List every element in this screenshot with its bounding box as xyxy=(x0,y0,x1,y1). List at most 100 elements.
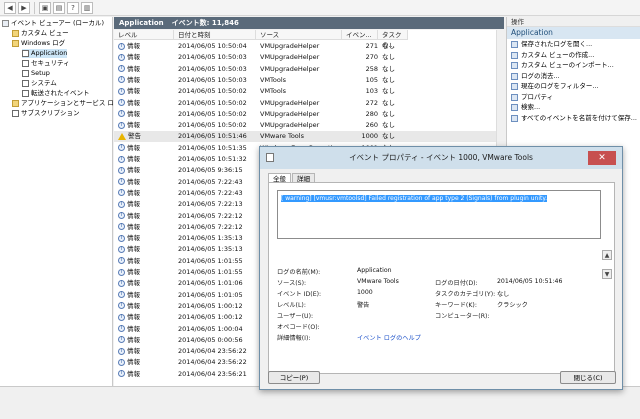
log-icon xyxy=(22,70,29,77)
level-text: 情報 xyxy=(127,234,140,243)
table-row[interactable]: i 情報 2014/06/05 10:50:02 VMUpgradeHelper 272… xyxy=(114,98,504,109)
id-cell: 260 xyxy=(365,121,378,130)
action-label: 保存されたログを開く... xyxy=(521,40,593,48)
date-cell: 2014/06/05 10:50:03 xyxy=(178,75,247,84)
log-icon xyxy=(2,20,9,27)
level-cell: i 情報 xyxy=(118,188,174,199)
tree-item-label: アプリケーションとサービス ログ xyxy=(21,99,121,107)
keywords-label: キーワード(K): xyxy=(435,302,477,309)
toolbar: ◀ ▶ ▣ ▤? ▥ xyxy=(0,0,640,16)
level-cell: i 情報 xyxy=(118,312,174,323)
date-cell: 2014/06/05 10:50:02 xyxy=(178,121,247,130)
action-item[interactable]: 検索... xyxy=(507,102,640,113)
previous-event-button[interactable]: ▲ xyxy=(602,250,612,260)
panel-icon[interactable]: ▥ xyxy=(81,1,93,14)
level-cell: i 情報 xyxy=(118,165,174,176)
table-row[interactable]: i 情報 2014/06/05 10:50:03 VMUpgradeHelper 270… xyxy=(114,52,504,63)
table-row[interactable]: i 情報 2014/06/05 10:50:02 VMTools 103 なし xyxy=(114,86,504,97)
date-cell: 2014/06/05 10:50:04 xyxy=(178,42,247,50)
id-cell: 280 xyxy=(365,109,378,118)
folder-icon[interactable]: ▣ xyxy=(39,1,51,14)
tree-item[interactable]: Application xyxy=(22,49,68,58)
tree-item[interactable]: 転送されたイベント xyxy=(22,89,90,98)
source-cell: VMUpgradeHelper xyxy=(260,98,320,107)
tree-item[interactable]: Setup xyxy=(22,69,50,78)
level-text: 情報 xyxy=(127,75,140,84)
level-text: 情報 xyxy=(127,290,140,299)
tree-item-label: 転送されたイベント xyxy=(31,89,90,97)
event-message[interactable]: [ warning] [vmusr:vmtoolsd] Failed regis… xyxy=(277,190,601,239)
date-cell: 2014/06/05 1:35:13 xyxy=(178,234,243,243)
action-item[interactable]: カスタム ビューの作成... xyxy=(507,50,640,61)
log-icon xyxy=(22,80,29,87)
tree-item[interactable]: セキュリティ xyxy=(22,59,70,68)
table-row[interactable]: i 情報 2014/06/05 10:50:03 VMUpgradeHelper 258… xyxy=(114,64,504,75)
level-cell: i 情報 xyxy=(118,290,174,301)
tree-item-label: セキュリティ xyxy=(31,59,70,67)
action-item[interactable]: プロパティ xyxy=(507,92,640,103)
tree-item[interactable]: イベント ビューアー (ローカル) xyxy=(2,19,104,28)
table-row[interactable]: i 情報 2014/06/05 10:50:02 VMUpgradeHelper 280… xyxy=(114,109,504,120)
action-label: 検索... xyxy=(521,103,541,111)
level-text: 情報 xyxy=(127,347,140,356)
column-header[interactable]: レベル xyxy=(114,30,174,40)
log-icon xyxy=(22,90,29,97)
info-icon: i xyxy=(118,212,125,219)
info-icon: i xyxy=(118,166,125,174)
table-row[interactable]: i 情報 2014/06/05 10:50:03 VMTools 105 なし xyxy=(114,75,504,86)
source-cell: VMUpgradeHelper xyxy=(260,53,320,62)
next-event-button[interactable]: ▼ xyxy=(602,269,612,279)
log-header: Application イベント数: 11,846 xyxy=(114,17,504,29)
date-cell: 2014/06/05 1:01:55 xyxy=(178,268,243,276)
info-icon: i xyxy=(118,245,125,253)
info-icon: i xyxy=(118,42,125,50)
copy-button[interactable]: コピー(P) xyxy=(268,371,320,384)
tree-item[interactable]: アプリケーションとサービス ログ xyxy=(12,99,120,108)
table-row[interactable]: i 情報 2014/06/05 10:50:02 VMUpgradeHelper 260… xyxy=(114,120,504,131)
column-header[interactable]: 日付と時刻 xyxy=(174,30,256,40)
info-icon: i xyxy=(118,155,125,163)
date-cell: 2014/06/05 1:00:04 xyxy=(178,324,243,333)
user-label: ユーザー(U): xyxy=(277,313,314,320)
computer-label: コンピューター(R): xyxy=(435,313,490,320)
action-item[interactable]: ログの消去... xyxy=(507,71,640,82)
level-text: 情報 xyxy=(127,268,140,276)
tree-item[interactable]: システム xyxy=(22,79,57,88)
id-cell: 103 xyxy=(365,87,378,96)
column-header[interactable]: タスクの... xyxy=(378,30,408,49)
info-icon: i xyxy=(118,279,125,287)
forward-icon[interactable]: ▶ xyxy=(18,1,30,14)
action-item[interactable]: 現在のログをフィルター... xyxy=(507,81,640,92)
back-icon[interactable]: ◀ xyxy=(4,1,16,14)
level-label: レベル(L): xyxy=(277,302,306,309)
column-header[interactable]: イベン... xyxy=(342,30,378,40)
date-cell: 2014/06/05 10:50:02 xyxy=(178,98,247,107)
action-item[interactable]: 保存されたログを開く... xyxy=(507,39,640,50)
column-header[interactable]: ソース xyxy=(256,30,342,40)
task-cell: なし xyxy=(382,121,395,130)
task-cell: なし xyxy=(382,53,395,62)
level-cell: i 情報 xyxy=(118,120,174,131)
level-text: 情報 xyxy=(127,211,140,220)
close-button[interactable]: 閉じる(C) xyxy=(560,371,616,384)
level-cell: i 情報 xyxy=(118,335,174,346)
table-row[interactable]: 警告 2014/06/05 10:51:46 VMware Tools 1000 なし xyxy=(114,131,504,143)
log-title: Application xyxy=(119,19,164,27)
console-icon[interactable]: ▤ xyxy=(53,1,65,14)
tree-item[interactable]: Windows ログ xyxy=(12,39,65,48)
id-cell: 272 xyxy=(365,98,378,107)
action-item[interactable]: カスタム ビューのインポート... xyxy=(507,60,640,71)
level-text: 情報 xyxy=(127,87,140,96)
level-cell: i 情報 xyxy=(118,244,174,255)
date-cell: 2014/06/04 23:56:22 xyxy=(178,347,247,356)
actions-section-title[interactable]: Application xyxy=(507,27,640,39)
help-icon[interactable]: ? xyxy=(67,1,79,14)
tree-item[interactable]: カスタム ビュー xyxy=(12,29,69,38)
close-icon[interactable]: ✕ xyxy=(588,151,616,165)
date-cell: 2014/06/04 23:56:22 xyxy=(178,358,247,367)
tree-item[interactable]: サブスクリプション xyxy=(12,109,80,118)
action-item[interactable]: すべてのイベントを名前を付けて保存... xyxy=(507,113,640,124)
level-text: 情報 xyxy=(127,98,140,107)
event-log-help-link[interactable]: イベント ログのヘルプ xyxy=(357,333,421,342)
table-row[interactable]: i 情報 2014/06/05 10:50:04 VMUpgradeHelper 271… xyxy=(114,41,504,52)
